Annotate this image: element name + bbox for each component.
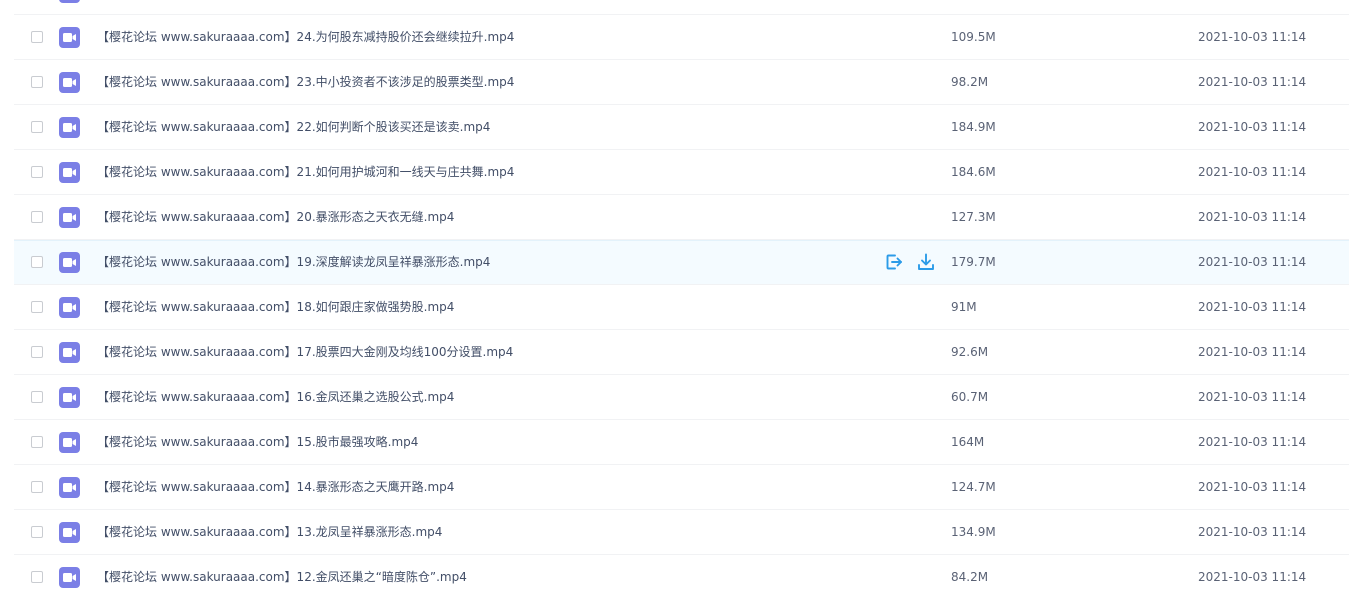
video-file-icon <box>59 27 80 48</box>
row-checkbox[interactable] <box>31 31 43 43</box>
file-size: 84.2M <box>951 570 989 584</box>
file-date: 2021-10-03 11:14 <box>1198 480 1307 494</box>
row-checkbox[interactable] <box>31 211 43 223</box>
file-name[interactable]: 【樱花论坛 www.sakuraaaa.com】22.如何判断个股该买还是该卖.… <box>97 105 490 150</box>
file-row[interactable]: 【樱花论坛 www.sakuraaaa.com】12.金凤还巢之“暗度陈仓”.m… <box>0 555 1349 596</box>
file-row[interactable] <box>0 0 1349 15</box>
file-size: 184.9M <box>951 120 996 134</box>
file-row[interactable]: 【樱花论坛 www.sakuraaaa.com】21.如何用护城河和一线天与庄共… <box>0 150 1349 195</box>
file-size: 134.9M <box>951 525 996 539</box>
file-list: 【樱花论坛 www.sakuraaaa.com】24.为何股东减持股价还会继续拉… <box>0 0 1349 596</box>
file-size: 109.5M <box>951 30 996 44</box>
file-row[interactable]: 【樱花论坛 www.sakuraaaa.com】14.暴涨形态之天鹰开路.mp4… <box>0 465 1349 510</box>
file-size: 124.7M <box>951 480 996 494</box>
file-size: 92.6M <box>951 345 989 359</box>
file-size: 127.3M <box>951 210 996 224</box>
row-checkbox[interactable] <box>31 121 43 133</box>
row-checkbox[interactable] <box>31 436 43 448</box>
file-row[interactable]: 【樱花论坛 www.sakuraaaa.com】23.中小投资者不该涉足的股票类… <box>0 60 1349 105</box>
file-name[interactable]: 【樱花论坛 www.sakuraaaa.com】20.暴涨形态之天衣无缝.mp4 <box>97 195 454 240</box>
file-date: 2021-10-03 11:14 <box>1198 255 1307 269</box>
file-date: 2021-10-03 11:14 <box>1198 120 1307 134</box>
file-date: 2021-10-03 11:14 <box>1198 435 1307 449</box>
file-date: 2021-10-03 11:14 <box>1198 390 1307 404</box>
file-row[interactable]: 【樱花论坛 www.sakuraaaa.com】24.为何股东减持股价还会继续拉… <box>0 15 1349 60</box>
file-date: 2021-10-03 11:14 <box>1198 210 1307 224</box>
video-file-icon <box>59 72 80 93</box>
file-size: 164M <box>951 435 985 449</box>
video-file-icon <box>59 297 80 318</box>
video-file-icon <box>59 432 80 453</box>
file-name[interactable]: 【樱花论坛 www.sakuraaaa.com】21.如何用护城河和一线天与庄共… <box>97 150 514 195</box>
video-file-icon <box>59 117 80 138</box>
video-file-icon <box>59 342 80 363</box>
file-row[interactable]: 【樱花论坛 www.sakuraaaa.com】22.如何判断个股该买还是该卖.… <box>0 105 1349 150</box>
video-file-icon <box>59 207 80 228</box>
video-file-icon <box>59 252 80 273</box>
file-size: 98.2M <box>951 75 989 89</box>
file-name[interactable]: 【樱花论坛 www.sakuraaaa.com】16.金凤还巢之选股公式.mp4 <box>97 375 454 420</box>
file-row[interactable]: 【樱花论坛 www.sakuraaaa.com】19.深度解读龙凤呈祥暴涨形态.… <box>0 240 1349 285</box>
row-checkbox[interactable] <box>31 571 43 583</box>
video-file-icon <box>59 387 80 408</box>
file-date: 2021-10-03 11:14 <box>1198 345 1307 359</box>
row-checkbox[interactable] <box>31 166 43 178</box>
file-date: 2021-10-03 11:14 <box>1198 300 1307 314</box>
row-checkbox[interactable] <box>31 301 43 313</box>
video-file-icon <box>59 567 80 588</box>
row-checkbox[interactable] <box>31 391 43 403</box>
file-name[interactable]: 【樱花论坛 www.sakuraaaa.com】24.为何股东减持股价还会继续拉… <box>97 15 514 60</box>
video-file-icon <box>59 162 80 183</box>
file-size: 184.6M <box>951 165 996 179</box>
file-name[interactable]: 【樱花论坛 www.sakuraaaa.com】23.中小投资者不该涉足的股票类… <box>97 60 514 105</box>
file-row[interactable]: 【樱花论坛 www.sakuraaaa.com】15.股市最强攻略.mp4 16… <box>0 420 1349 465</box>
file-name[interactable]: 【樱花论坛 www.sakuraaaa.com】15.股市最强攻略.mp4 <box>97 420 418 465</box>
file-name[interactable]: 【樱花论坛 www.sakuraaaa.com】19.深度解读龙凤呈祥暴涨形态.… <box>97 240 490 285</box>
file-name[interactable]: 【樱花论坛 www.sakuraaaa.com】14.暴涨形态之天鹰开路.mp4 <box>97 465 454 510</box>
row-checkbox[interactable] <box>31 76 43 88</box>
file-date: 2021-10-03 11:14 <box>1198 525 1307 539</box>
row-checkbox[interactable] <box>31 256 43 268</box>
file-rows: 【樱花论坛 www.sakuraaaa.com】24.为何股东减持股价还会继续拉… <box>0 0 1349 596</box>
file-row[interactable]: 【樱花论坛 www.sakuraaaa.com】13.龙凤呈祥暴涨形态.mp4 … <box>0 510 1349 555</box>
file-row[interactable]: 【樱花论坛 www.sakuraaaa.com】17.股票四大金刚及均线100分… <box>0 330 1349 375</box>
video-file-icon <box>59 477 80 498</box>
file-name[interactable]: 【樱花论坛 www.sakuraaaa.com】17.股票四大金刚及均线100分… <box>97 330 513 375</box>
file-row[interactable]: 【樱花论坛 www.sakuraaaa.com】16.金凤还巢之选股公式.mp4… <box>0 375 1349 420</box>
row-checkbox[interactable] <box>31 346 43 358</box>
share-export-icon[interactable] <box>884 252 904 272</box>
row-actions <box>884 252 936 273</box>
video-file-icon <box>59 522 80 543</box>
row-checkbox[interactable] <box>31 526 43 538</box>
file-row[interactable]: 【樱花论坛 www.sakuraaaa.com】18.如何跟庄家做强势股.mp4… <box>0 285 1349 330</box>
file-name[interactable]: 【樱花论坛 www.sakuraaaa.com】18.如何跟庄家做强势股.mp4 <box>97 285 454 330</box>
file-row[interactable]: 【樱花论坛 www.sakuraaaa.com】20.暴涨形态之天衣无缝.mp4… <box>0 195 1349 240</box>
file-name[interactable]: 【樱花论坛 www.sakuraaaa.com】12.金凤还巢之“暗度陈仓”.m… <box>97 555 467 596</box>
row-checkbox[interactable] <box>31 481 43 493</box>
file-date: 2021-10-03 11:14 <box>1198 165 1307 179</box>
file-size: 91M <box>951 300 977 314</box>
download-icon[interactable] <box>916 252 936 272</box>
file-date: 2021-10-03 11:14 <box>1198 570 1307 584</box>
file-date: 2021-10-03 11:14 <box>1198 30 1307 44</box>
file-date: 2021-10-03 11:14 <box>1198 75 1307 89</box>
file-size: 179.7M <box>951 255 996 269</box>
video-file-icon <box>59 0 80 3</box>
file-name[interactable]: 【樱花论坛 www.sakuraaaa.com】13.龙凤呈祥暴涨形态.mp4 <box>97 510 442 555</box>
file-size: 60.7M <box>951 390 989 404</box>
